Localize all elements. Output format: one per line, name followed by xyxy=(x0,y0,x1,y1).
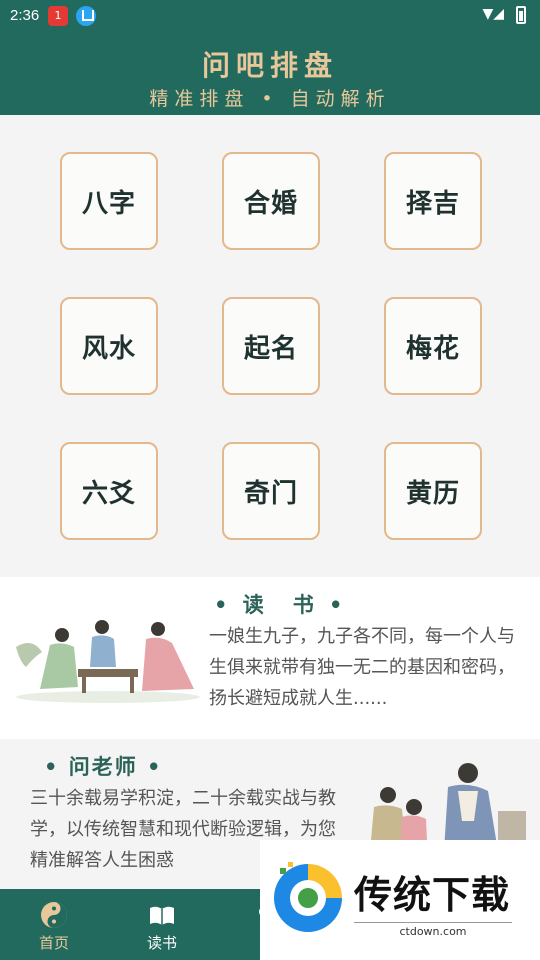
tile-bazi[interactable]: 八字 xyxy=(60,152,158,250)
tile-qiming[interactable]: 起名 xyxy=(222,297,320,395)
app-header: 2:36 1 ▼◢ 问吧排盘 精准排盘 • 自动解析 xyxy=(0,0,540,115)
teacher-card-title: • 问老师 • xyxy=(44,754,163,779)
nav-item-home[interactable]: 首页 xyxy=(0,889,108,960)
tile-liuyao[interactable]: 六爻 xyxy=(60,442,158,540)
taiji-icon xyxy=(41,902,67,928)
watermark-overlay: 传统下载 ctdown.com xyxy=(260,840,540,960)
tile-hehun[interactable]: 合婚 xyxy=(222,152,320,250)
notification-app-icon: 1 xyxy=(48,6,68,26)
read-book-card[interactable]: • 读 书 • 一娘生九子，九子各不同，每一个人与生俱来就带有独一无二的基因和密… xyxy=(0,577,540,739)
nav-item-read[interactable]: 读书 xyxy=(108,889,216,960)
tile-fengshui[interactable]: 风水 xyxy=(60,297,158,395)
book-icon xyxy=(150,906,174,925)
watermark-logo-icon xyxy=(274,862,342,932)
read-card-title: • 读 书 • xyxy=(214,592,347,617)
tile-huangli[interactable]: 黄历 xyxy=(384,442,482,540)
page-title: 问吧排盘 xyxy=(201,49,338,82)
reading-scholars-illustration xyxy=(16,620,200,703)
read-card-description: 一娘生九子，九子各不同，每一个人与生俱来就带有独一无二的基因和密码，扬长避短成就… xyxy=(209,626,515,709)
battery-icon xyxy=(516,6,526,24)
nav-label-home: 首页 xyxy=(38,934,69,952)
download-icon xyxy=(76,6,96,26)
tool-grid: 八字 合婚 择吉 风水 起名 梅花 六爻 奇门 黄历 xyxy=(0,115,540,575)
tile-meihua[interactable]: 梅花 xyxy=(384,297,482,395)
watermark-text: 传统下载 xyxy=(354,873,511,917)
status-time: 2:36 xyxy=(10,7,40,24)
page-subtitle: 精准排盘 • 自动解析 xyxy=(149,88,391,110)
tile-zeji[interactable]: 择吉 xyxy=(384,152,482,250)
status-bar: 2:36 1 ▼◢ xyxy=(0,0,540,32)
tile-qimen[interactable]: 奇门 xyxy=(222,442,320,540)
watermark-url: ctdown.com xyxy=(354,922,512,938)
signal-icon: ▼◢ xyxy=(482,6,504,22)
nav-label-read: 读书 xyxy=(146,934,177,952)
